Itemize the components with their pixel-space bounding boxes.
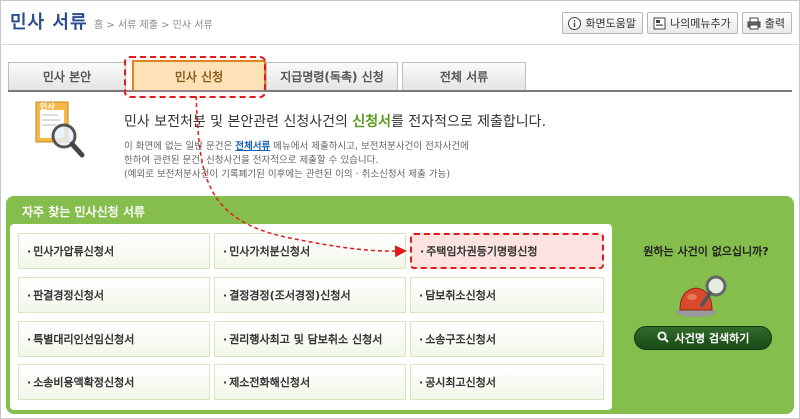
document-item-label: 제소전화해신청서	[229, 376, 311, 389]
intro-line-3: (예외로 보전처분사건이 기록폐기된 이후에는 관련된 이의 · 취소신청서 제…	[124, 169, 451, 180]
document-item-label: 소송비용액확정신청서	[33, 376, 135, 389]
side-question: 원하는 사건이 없으십니까?	[643, 245, 769, 258]
case-search-button[interactable]: 사건명 검색하기	[634, 326, 772, 350]
breadcrumb: 홈 > 서류 제출 > 민사 서류	[94, 20, 213, 31]
document-item[interactable]: · 제소전화해신청서	[214, 364, 406, 400]
add-my-menu-label: 나의메뉴추가	[670, 17, 731, 30]
document-item-label: 판결경정신청서	[33, 289, 105, 302]
bullet: ·	[419, 375, 424, 389]
help-button-label: 화면도움말	[585, 17, 637, 30]
document-search-icon: 민사	[34, 100, 86, 158]
bookmark-icon	[652, 16, 666, 30]
tab-payment-order[interactable]: 지급명령(독촉) 신청	[266, 62, 398, 90]
bullet: ·	[420, 244, 425, 258]
intro-line-1-text: 이 화면에 없는 일반 문건은	[124, 141, 236, 152]
panel-title: 자주 찾는 민사신청 서류	[22, 205, 145, 219]
document-item-label: 공시최고신청서	[425, 376, 497, 389]
bullet: ·	[223, 332, 228, 346]
bullet: ·	[27, 288, 32, 302]
document-item-label: 소송구조신청서	[425, 333, 497, 346]
document-item[interactable]: · 소송구조신청서	[410, 321, 604, 357]
title-divider	[0, 44, 800, 45]
help-button[interactable]: 화면도움말	[562, 12, 644, 34]
document-item[interactable]: · 민사가처분신청서	[214, 233, 406, 269]
bullet: ·	[223, 288, 228, 302]
bullet: ·	[27, 244, 32, 258]
tab-all-documents[interactable]: 전체 서류	[402, 62, 526, 90]
intro-title: 민사 보전처분 및 본안관련 신청사건의 신청서를 전자적으로 제출합니다.	[124, 111, 546, 131]
document-item-label: 권리행사최고 및 담보취소 신청서	[229, 333, 383, 346]
document-item[interactable]: · 소송비용액확정신청서	[18, 364, 210, 400]
bullet: ·	[419, 332, 424, 346]
intro-line-1: 이 화면에 없는 일반 문건은 전체서류 메뉴에서 제출하시고, 보전처분사건이…	[124, 140, 544, 154]
top-toolbar: 화면도움말 나의메뉴추가 출력	[562, 12, 792, 34]
document-item[interactable]: · 특별대리인선임신청서	[18, 321, 210, 357]
intro-description: 이 화면에 없는 일반 문건은 전체서류 메뉴에서 제출하시고, 보전처분사건이…	[124, 140, 544, 182]
print-button[interactable]: 출력	[741, 12, 792, 34]
intro-line-1-text-end: 메뉴에서 제출하시고, 보전처분사건이 전자사건에	[270, 141, 469, 152]
document-item[interactable]: · 민사가압류신청서	[18, 233, 210, 269]
page-title: 민사 서류	[10, 12, 88, 33]
search-icon	[657, 331, 669, 346]
bullet: ·	[223, 244, 228, 258]
bullet: ·	[419, 288, 424, 302]
tab-civil-main[interactable]: 민사 본안	[8, 62, 126, 90]
document-item-label: 민사가압류신청서	[33, 245, 115, 258]
document-item[interactable]: · 담보취소신청서	[410, 277, 604, 313]
bullet: ·	[27, 375, 32, 389]
bullet: ·	[223, 375, 228, 389]
document-item[interactable]: · 권리행사최고 및 담보취소 신청서	[214, 321, 406, 357]
intro-title-highlight: 신청서	[352, 114, 391, 130]
info-icon	[567, 16, 581, 30]
search-case-icon	[672, 272, 734, 320]
document-item-label: 담보취소신청서	[425, 289, 497, 302]
doc-icon-label: 민사	[40, 101, 55, 111]
document-item[interactable]: · 판결경정신청서	[18, 277, 210, 313]
intro-line-2: 한하여 관련된 문건, 신청사건을 전자적으로 제출할 수 있습니다.	[124, 155, 379, 166]
intro-title-part-end: 를 전자적으로 제출합니다.	[390, 114, 547, 130]
printer-icon	[747, 16, 761, 30]
bullet: ·	[27, 332, 32, 346]
tab-highlight-box	[124, 56, 266, 98]
print-button-label: 출력	[764, 17, 785, 30]
document-item[interactable]: · 결정경정(조서경정)신청서	[214, 277, 406, 313]
case-search-label: 사건명 검색하기	[674, 332, 750, 345]
document-item-label: 특별대리인선임신청서	[33, 333, 135, 346]
intro-title-part: 민사 보전처분 및 본안관련 신청사건의	[124, 114, 353, 130]
document-item-label: 민사가처분신청서	[229, 245, 311, 258]
document-item[interactable]: · 주택임차권등기명령신청	[410, 233, 604, 269]
document-item-label: 주택임차권등기명령신청	[426, 245, 538, 258]
add-my-menu-button[interactable]: 나의메뉴추가	[647, 12, 738, 34]
document-item-label: 결정경정(조서경정)신청서	[229, 289, 351, 302]
all-documents-link[interactable]: 전체서류	[235, 141, 270, 152]
document-item[interactable]: · 공시최고신청서	[410, 364, 604, 400]
